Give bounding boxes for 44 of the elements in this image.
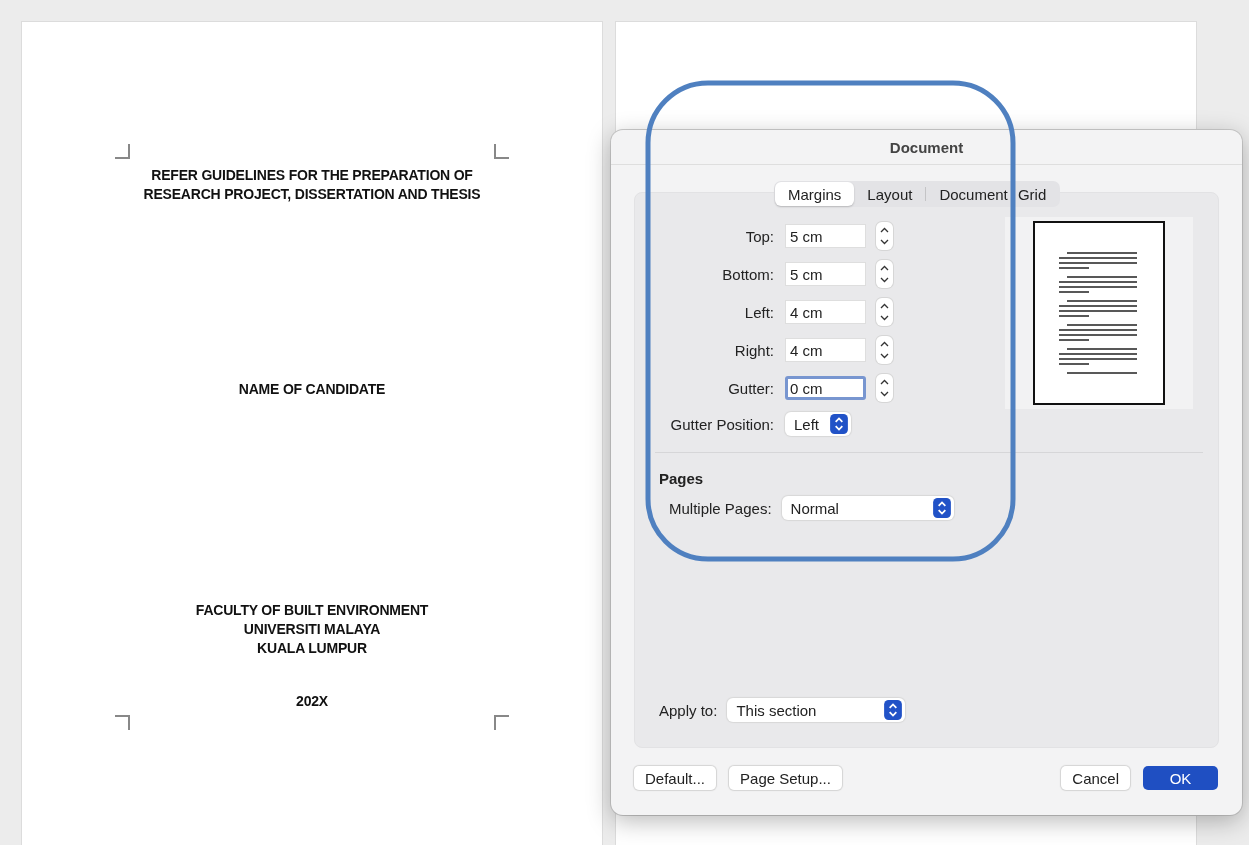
input-field[interactable]: 5 cm xyxy=(785,262,866,286)
field-label: Multiple Pages: xyxy=(669,499,772,517)
stepper-button[interactable] xyxy=(876,260,893,288)
candidate-name: NAME OF CANDIDATE xyxy=(238,380,386,399)
dialog-button[interactable]: Cancel xyxy=(1061,766,1130,790)
document-heading: REFER GUIDELINES FOR THE PREPARATION OF xyxy=(151,166,473,185)
field-label: Gutter Position: xyxy=(669,415,774,433)
dialog-button[interactable]: Page Setup... xyxy=(729,766,842,790)
input-field[interactable]: 0 cm xyxy=(785,376,866,400)
field-label: Left: xyxy=(743,303,774,321)
crop-mark xyxy=(115,144,131,160)
institution-line: UNIVERSITI MALAYA xyxy=(243,620,381,639)
updown-icon xyxy=(932,498,951,518)
tab[interactable]: Layout xyxy=(854,182,926,206)
section-heading: Pages xyxy=(659,470,705,487)
input-field[interactable]: 4 cm xyxy=(785,338,866,362)
tab[interactable]: Margins xyxy=(775,182,855,206)
field-label: Right: xyxy=(733,341,774,359)
crop-mark xyxy=(115,714,131,730)
stepper-button[interactable] xyxy=(876,374,893,402)
institution-line: FACULTY OF BUILT ENVIRONMENT xyxy=(195,601,429,620)
dialog-button[interactable]: Default... xyxy=(634,766,717,790)
crop-mark xyxy=(493,144,509,160)
document-heading: RESEARCH PROJECT, DISSERTATION AND THESIS xyxy=(143,185,481,204)
dropdown[interactable]: Normal xyxy=(781,496,954,520)
field-label: Bottom: xyxy=(721,265,774,283)
field-label: Top: xyxy=(744,227,774,245)
tab[interactable]: Document Grid xyxy=(926,182,1060,206)
stepper-button[interactable] xyxy=(876,336,893,364)
year-text: 202X xyxy=(296,692,328,711)
stepper-button[interactable] xyxy=(876,298,893,326)
stepper-button[interactable] xyxy=(876,222,893,250)
dropdown[interactable]: Left xyxy=(785,412,851,436)
dialog-title: Document xyxy=(889,138,964,156)
updown-icon xyxy=(830,414,848,434)
dropdown[interactable]: This section xyxy=(727,698,906,722)
crop-mark xyxy=(493,714,509,730)
ok-button[interactable]: OK xyxy=(1143,766,1218,790)
field-label: Apply to: xyxy=(659,701,718,719)
field-label: Gutter: xyxy=(727,379,774,397)
input-field[interactable]: 4 cm xyxy=(785,300,866,324)
institution-line: KUALA LUMPUR xyxy=(257,639,367,658)
input-field[interactable]: 5 cm xyxy=(785,224,866,248)
updown-icon xyxy=(884,700,903,720)
